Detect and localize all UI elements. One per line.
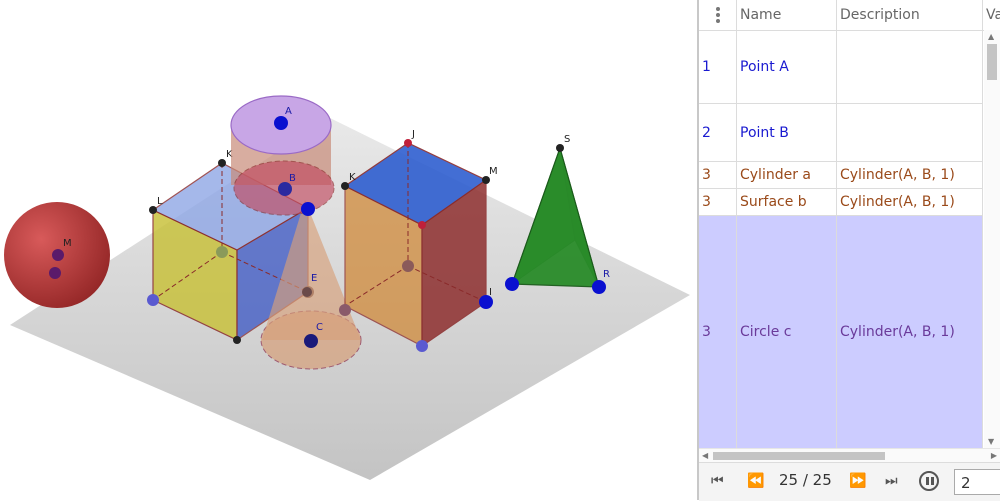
point-r[interactable] [592, 280, 606, 294]
label-r: R [603, 269, 610, 280]
point-k[interactable] [218, 159, 226, 167]
point-s[interactable] [556, 144, 564, 152]
step-counter: 25 / 25 [779, 471, 832, 489]
point-cube-right-inner[interactable] [418, 221, 426, 229]
scroll-up-icon[interactable]: ▲ [988, 32, 994, 41]
label-a: A [285, 106, 292, 117]
point-a[interactable] [274, 116, 288, 130]
horizontal-scrollbar[interactable]: ◀ ▶ [699, 448, 1000, 463]
vertical-scrollbar[interactable]: ▲ ▼ [984, 30, 1000, 448]
speed-input[interactable]: 2 [954, 469, 1000, 495]
scene-canvas[interactable]: M L K A B E C J M K I S R [0, 0, 697, 500]
row-name: Surface b [737, 189, 837, 215]
table-row[interactable]: 3 Circle c Cylinder(A, B, 1) [699, 216, 983, 449]
vertical-dots-icon [715, 7, 720, 23]
label-j1: J [411, 129, 415, 140]
label-m1: M [489, 166, 498, 177]
point-j1[interactable] [404, 139, 412, 147]
row-description: Cylinder(A, B, 1) [837, 189, 983, 215]
point-cube-right-hidden[interactable] [402, 260, 414, 272]
scroll-left-icon[interactable]: ◀ [702, 451, 708, 460]
row-number: 1 [699, 31, 737, 103]
column-menu-button[interactable] [699, 0, 737, 30]
row-name: Cylinder a [737, 162, 837, 188]
first-step-icon[interactable]: ⏮ [711, 473, 724, 489]
point-cube-left-hidden[interactable] [216, 246, 228, 258]
point-cube-left-corner[interactable] [233, 336, 241, 344]
label-c: C [316, 322, 323, 333]
row-name: Point B [737, 104, 837, 161]
point-m[interactable] [52, 249, 64, 261]
point-c[interactable] [304, 334, 318, 348]
previous-step-icon[interactable]: ⏪ [747, 473, 764, 489]
label-b: B [289, 173, 296, 184]
row-name: Circle c [737, 216, 837, 448]
row-description [837, 31, 983, 103]
vertical-scroll-thumb[interactable] [987, 44, 997, 80]
label-m: M [63, 238, 72, 249]
scroll-right-icon[interactable]: ▶ [991, 451, 997, 460]
label-k1: K [349, 172, 356, 183]
row-number: 3 [699, 216, 737, 448]
header-description[interactable]: Description [837, 0, 983, 30]
header-value[interactable]: Va [983, 0, 1000, 30]
point-sphere-2 [49, 267, 61, 279]
pause-icon[interactable] [919, 471, 939, 491]
row-description: Cylinder(A, B, 1) [837, 216, 983, 448]
scroll-down-icon[interactable]: ▼ [988, 437, 994, 446]
point-cube-left-bottom[interactable] [147, 294, 159, 306]
header-name[interactable]: Name [737, 0, 837, 30]
label-e: E [311, 273, 317, 284]
row-description: Cylinder(A, B, 1) [837, 162, 983, 188]
point-b[interactable] [278, 182, 292, 196]
table-row[interactable]: 3 Cylinder a Cylinder(A, B, 1) [699, 162, 983, 189]
graphics-3d-view[interactable]: M L K A B E C J M K I S R [0, 0, 697, 500]
point-cube-right-left-bottom[interactable] [339, 304, 351, 316]
point-pyramid-left[interactable] [505, 277, 519, 291]
table-row[interactable]: 1 Point A [699, 31, 983, 104]
point-cube-right-bottom[interactable] [416, 340, 428, 352]
row-number: 3 [699, 189, 737, 215]
label-s: S [564, 134, 570, 145]
label-l: L [157, 196, 163, 207]
point-e[interactable] [302, 287, 312, 297]
point-m1[interactable] [482, 176, 490, 184]
point-l[interactable] [149, 206, 157, 214]
label-i1: I [489, 287, 492, 298]
last-step-icon[interactable]: ⏭ [885, 473, 898, 489]
table-header: Name Description Va [699, 0, 1000, 31]
next-step-icon[interactable]: ⏩ [849, 473, 866, 489]
row-number: 2 [699, 104, 737, 161]
horizontal-scroll-thumb[interactable] [713, 452, 885, 460]
row-number: 3 [699, 162, 737, 188]
point-k1[interactable] [341, 182, 349, 190]
row-description [837, 104, 983, 161]
table-row[interactable]: 3 Surface b Cylinder(A, B, 1) [699, 189, 983, 216]
construction-protocol-panel: Name Description Va 1 Point A 2 Point B 3 Cyl… [699, 0, 1000, 501]
navigation-bar: ⏮ ⏪ 25 / 25 ⏩ ⏭ 2 [699, 462, 1000, 501]
table-row[interactable]: 2 Point B [699, 104, 983, 162]
row-name: Point A [737, 31, 837, 103]
point-cylinder-d[interactable] [301, 202, 315, 216]
